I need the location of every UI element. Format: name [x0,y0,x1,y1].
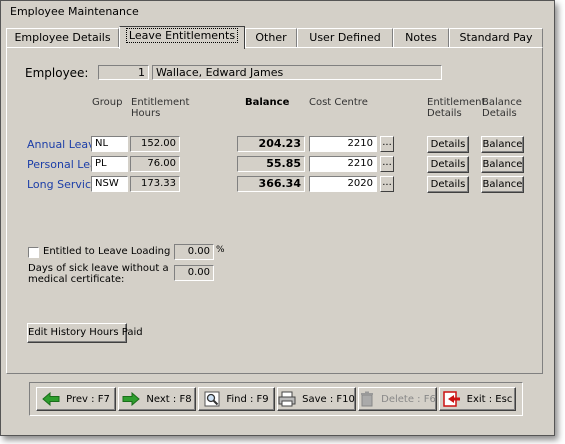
delete-bin-icon [361,391,374,407]
tab-label: Other [255,31,287,44]
magnifier-icon [204,391,220,407]
employee-label: Employee: [25,66,89,80]
header-cost-centre: Cost Centre [309,97,368,108]
percent-sign: % [216,245,225,255]
save-button[interactable]: Save : F10 [277,387,356,411]
right-arrow-icon [122,392,141,406]
header-balance-details-line1: Balance [482,97,522,108]
personal-cost-centre-lookup-button[interactable]: ... [380,156,394,172]
personal-group-field[interactable]: PL [91,156,128,172]
tab-user-defined[interactable]: User Defined [297,28,393,48]
delete-label: Delete : F6 [381,393,436,405]
next-label: Next : F8 [146,393,192,405]
exit-label: Exit : Esc [466,393,513,405]
annual-hours-field: 152.00 [130,136,180,152]
find-button[interactable]: Find : F9 [198,387,275,411]
annual-cost-centre-field[interactable]: 2210 [309,136,377,152]
tab-leave-entitlements[interactable]: Leave Entitlements [119,26,245,49]
tab-employee-details[interactable]: Employee Details [6,28,119,48]
sick-leave-label-line2: medical certificate: [28,274,125,285]
save-printer-icon [278,391,296,407]
long-service-hours-field: 173.33 [130,176,180,192]
long-service-cost-centre-field[interactable]: 2020 [309,176,377,192]
left-arrow-icon [42,392,60,406]
header-group: Group [92,97,123,108]
personal-balance-field: 55.85 [237,156,305,172]
long-service-group-field[interactable]: NSW [91,176,128,192]
employee-number-field[interactable]: 1 [98,65,149,80]
prev-button[interactable]: Prev : F7 [36,387,116,411]
leave-loading-percent-field[interactable]: 0.00 [174,244,214,260]
find-label: Find : F9 [226,393,269,405]
long-service-details-button[interactable]: Details [427,176,469,193]
sick-leave-days-field[interactable]: 0.00 [174,265,214,281]
tab-strip: Employee Details Leave Entitlements Othe… [6,26,543,49]
tab-label: Notes [405,31,437,44]
header-balance-details-line2: Details [482,108,517,119]
long-service-balance-button[interactable]: Balance [481,176,524,193]
annual-details-button[interactable]: Details [427,136,469,153]
navigation-bar: Prev : F7 Next : F8 Find : F9 Save : F10… [29,382,523,416]
sick-leave-label-line1: Days of sick leave without a [28,263,169,274]
employee-maintenance-window: Employee Maintenance Employee Details Le… [0,0,555,436]
exit-button[interactable]: Exit : Esc [439,387,516,411]
delete-button[interactable]: Delete : F6 [358,387,437,411]
header-entitlement-hours-line2: Hours [131,108,161,119]
edit-history-hours-paid-button[interactable]: Edit History Hours Paid [27,323,143,343]
employee-name-field[interactable]: Wallace, Edward James [152,65,442,80]
tab-notes[interactable]: Notes [393,28,449,48]
tab-label: Leave Entitlements [125,28,239,43]
annual-group-field[interactable]: NL [91,136,128,152]
tab-label: User Defined [309,31,381,44]
header-balance: Balance [245,97,290,108]
personal-cost-centre-field[interactable]: 2210 [309,156,377,172]
annual-balance-field: 204.23 [237,136,305,152]
title-bar: Employee Maintenance [1,1,554,21]
long-service-balance-field: 366.34 [237,176,305,192]
leave-loading-label: Entitled to Leave Loading at [43,246,184,257]
header-entitlement-hours-line1: Entitlement [131,97,190,108]
annual-cost-centre-lookup-button[interactable]: ... [380,136,394,152]
long-service-cost-centre-lookup-button[interactable]: ... [380,176,394,192]
tab-label: Employee Details [14,31,111,44]
tab-standard-pay[interactable]: Standard Pay [449,28,543,48]
window-title: Employee Maintenance [10,5,139,18]
annual-balance-button[interactable]: Balance [481,136,524,153]
exit-icon [442,391,460,407]
tab-other[interactable]: Other [245,28,297,48]
header-entitlement-details-line2: Details [427,108,462,119]
personal-hours-field: 76.00 [130,156,180,172]
save-label: Save : F10 [302,393,355,405]
leave-loading-checkbox[interactable] [28,247,39,258]
prev-label: Prev : F7 [66,393,110,405]
tab-label: Standard Pay [459,31,533,44]
personal-details-button[interactable]: Details [427,156,469,173]
personal-balance-button[interactable]: Balance [481,156,524,173]
long-service-link[interactable]: Long Service [27,178,98,191]
header-entitlement-details-line1: Entitlement [427,97,486,108]
next-button[interactable]: Next : F8 [118,387,196,411]
